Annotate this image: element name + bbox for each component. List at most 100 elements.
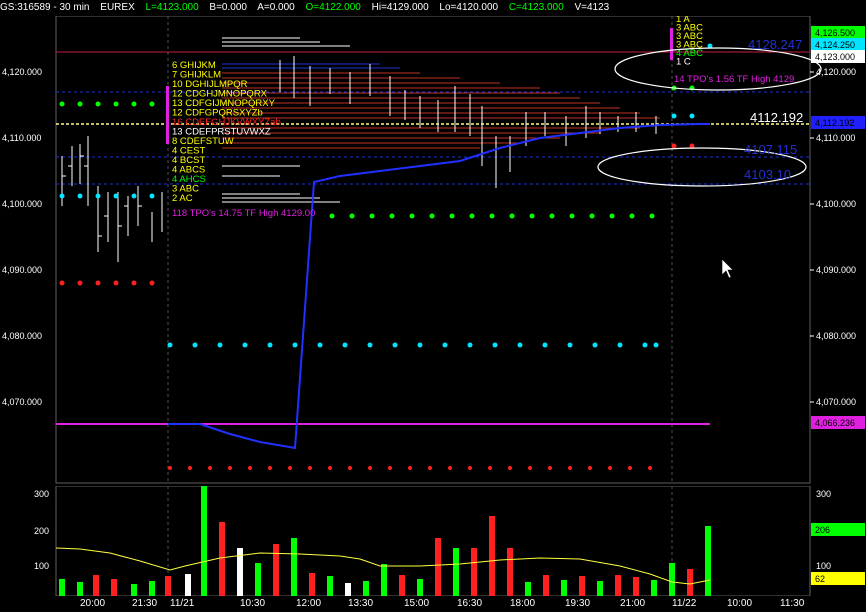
price-chart-panel[interactable]: 6 GHIJKM 7 GHIJKLM 10 DGHIJLMPQR 12 CDGHJMN…	[0, 16, 866, 486]
level-label-4128: 4128.247	[748, 37, 802, 52]
volume-bar	[111, 579, 117, 596]
volume-bar	[93, 575, 99, 596]
red-dot-level	[59, 143, 695, 470]
cyan-dot-level	[59, 43, 713, 348]
volume-svg: 300300200200100100 20662	[34, 486, 865, 596]
volume-bar	[561, 580, 567, 596]
exchange-label: EUREX	[100, 2, 135, 13]
profile-value-area-marker	[166, 86, 169, 144]
time-tick: 10:30	[240, 598, 266, 609]
volume-bar	[543, 575, 549, 596]
volume-bar	[291, 538, 297, 596]
level-label-4107: 4107.115	[744, 142, 797, 157]
time-tick: 11/21	[170, 598, 195, 609]
chart-header: GS:316589 - 30 min EUREX L=4123.000 B=0.…	[0, 0, 866, 16]
time-tick: 13:30	[348, 598, 374, 609]
volume-bar	[201, 486, 207, 596]
volume-bar	[417, 579, 423, 596]
price-bars	[61, 56, 657, 262]
price-badge-text: 4,066.236	[815, 418, 855, 428]
price-tick-left: 4,080.000	[2, 331, 42, 341]
time-tick: 10:00	[727, 598, 753, 609]
ask-price: A=0.000	[257, 2, 295, 13]
last-price: L=4123.000	[145, 2, 199, 13]
volume-panel[interactable]: 300300200200100100 20662	[0, 486, 866, 596]
time-tick: 16:30	[457, 598, 483, 609]
volume-bar	[345, 583, 351, 596]
volume-bar	[669, 563, 675, 596]
developing-poc-line	[168, 123, 710, 450]
plot-border	[55, 16, 811, 484]
price-badge-text: 4,123.000	[815, 52, 855, 62]
tpo-letters-current: 1 A3 ABC3 ABC3 ABC4 ABC1 C	[676, 16, 703, 68]
bid-price: B=0.000	[209, 2, 247, 13]
volume-bar	[597, 581, 603, 596]
tpo-profile-bars	[222, 37, 660, 203]
volume-bar	[381, 564, 387, 596]
price-tick-right: 4,080.000	[816, 331, 856, 341]
green-dot-level	[59, 85, 695, 219]
price-badge: 4,123.000	[811, 50, 865, 63]
price-badges: 4,126.500 4,124.250 4,123.000 4,112.192 4,06…	[811, 26, 865, 429]
volume-bar	[705, 526, 711, 596]
price-tick-right: 4,120.000	[816, 67, 856, 77]
high-price: Hi=4129.000	[371, 2, 429, 13]
time-axis: 20:00 21:30 11/21 10:30 12:00 13:30 15:00 16:30…	[0, 596, 866, 612]
volume-tick-left: 300	[34, 489, 49, 499]
low-price: Lo=4120.000	[439, 2, 499, 13]
open-price: O=4122.000	[305, 2, 361, 13]
tpo-letters-main: 6 GHIJKM7 GHIJKLM10 DGHIJLMPQR12 CDGHJMN…	[172, 60, 281, 204]
volume-bar	[327, 576, 333, 596]
volume-bar	[615, 575, 621, 596]
volume-bar	[165, 576, 171, 596]
volume-bar	[255, 563, 261, 596]
price-tick-left: 4,090.000	[2, 265, 42, 275]
price-badge-text: 4,112.192	[815, 118, 854, 128]
time-tick: 21:30	[132, 598, 158, 609]
volume-tick-right: 100	[816, 561, 831, 571]
volume-bar	[77, 582, 83, 596]
level-label-4103: 4103.10	[744, 167, 791, 182]
volume-bar	[185, 574, 191, 596]
time-tick: 18:00	[510, 598, 536, 609]
symbol-label: GS:316589 - 30 min	[0, 2, 90, 13]
price-badge: 4,124.250	[811, 38, 865, 51]
volume-bar	[273, 544, 279, 596]
price-badge: 4,066.236	[811, 416, 865, 429]
volume-tick-left: 100	[34, 561, 49, 571]
volume-badge-text: 62	[815, 574, 825, 584]
time-tick: 20:00	[80, 598, 106, 609]
price-tick-left: 4,100.000	[2, 199, 42, 209]
volume-bar	[435, 538, 441, 596]
time-tick: 15:00	[404, 598, 430, 609]
volume-bar	[579, 576, 585, 596]
price-chart-svg[interactable]: 6 GHIJKM7 GHIJKLM10 DGHIJLMPQR12 CDGHJMN…	[0, 16, 866, 486]
volume-tick-left: 200	[34, 526, 49, 536]
price-badge-text: 4,126.500	[815, 28, 855, 38]
volume-bar	[489, 516, 495, 596]
price-badge-text: 4,124.250	[815, 40, 855, 50]
price-tick-left: 4,120.000	[2, 67, 42, 77]
volume-value: V=4123	[574, 2, 610, 13]
volume-badges: 206 62	[811, 523, 865, 585]
price-tick-right: 4,110.000	[816, 133, 855, 143]
volume-bar	[471, 548, 477, 596]
volume-axis: 300300200200100100	[34, 489, 831, 571]
volume-bar	[219, 522, 225, 596]
price-tick-left: 4,070.000	[2, 397, 42, 407]
volume-bar	[633, 577, 639, 596]
price-tick-right: 4,090.000	[816, 265, 856, 275]
price-tick-right: 4,070.000	[816, 397, 856, 407]
tpo-summary-main: 118 TPO's 14.75 TF High 4129.00	[172, 208, 315, 219]
price-tick-left: 4,110.000	[2, 133, 41, 143]
tpo-letter-row: 1 C	[676, 57, 691, 68]
volume-bar	[399, 575, 405, 596]
volume-tick-right: 300	[816, 489, 831, 499]
tpo-letter-row: 2 AC	[172, 193, 193, 204]
volume-bar	[651, 580, 657, 596]
volume-bar	[453, 548, 459, 596]
volume-bar	[59, 579, 65, 596]
time-tick: 11/22	[672, 598, 697, 609]
volume-bar	[309, 573, 315, 596]
volume-bar	[363, 581, 369, 596]
